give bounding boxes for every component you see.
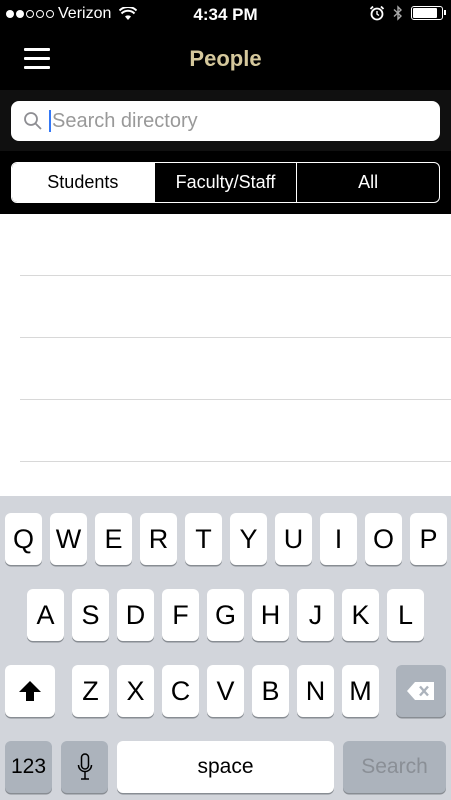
list-separator: [20, 275, 451, 276]
key-q[interactable]: Q: [5, 513, 42, 565]
key-j[interactable]: J: [297, 589, 334, 641]
key-w[interactable]: W: [50, 513, 87, 565]
filter-bar: Students Faculty/Staff All: [0, 151, 451, 214]
key-l[interactable]: L: [387, 589, 424, 641]
microphone-icon: [77, 753, 92, 780]
keyboard: Q W E R T Y U I O P A S D F G H J K L Z …: [0, 496, 451, 800]
search-input[interactable]: [52, 109, 412, 133]
key-s[interactable]: S: [72, 589, 109, 641]
search-field[interactable]: [11, 101, 440, 141]
key-o[interactable]: O: [365, 513, 402, 565]
search-icon: [24, 112, 42, 130]
key-y[interactable]: Y: [230, 513, 267, 565]
dictation-key[interactable]: [61, 741, 108, 793]
battery-icon: [411, 6, 446, 20]
key-f[interactable]: F: [162, 589, 199, 641]
key-i[interactable]: I: [320, 513, 357, 565]
segment-faculty-staff[interactable]: Faculty/Staff: [155, 163, 298, 202]
key-n[interactable]: N: [297, 665, 334, 717]
list-separator: [20, 337, 451, 338]
key-t[interactable]: T: [185, 513, 222, 565]
page-title: People: [189, 46, 262, 71]
search-key[interactable]: Search: [343, 741, 446, 793]
list-separator: [20, 461, 451, 462]
key-z[interactable]: Z: [72, 665, 109, 717]
navigation-bar: People: [0, 30, 451, 90]
key-k[interactable]: K: [342, 589, 379, 641]
key-x[interactable]: X: [117, 665, 154, 717]
key-e[interactable]: E: [95, 513, 132, 565]
numbers-key[interactable]: 123: [5, 741, 52, 793]
list-separator: [20, 399, 451, 400]
key-d[interactable]: D: [117, 589, 154, 641]
key-g[interactable]: G: [207, 589, 244, 641]
key-v[interactable]: V: [207, 665, 244, 717]
shift-icon: [19, 681, 41, 701]
delete-key[interactable]: [396, 665, 446, 717]
status-bar: Verizon 4:34 PM: [0, 0, 451, 30]
segment-students[interactable]: Students: [12, 163, 155, 202]
key-h[interactable]: H: [252, 589, 289, 641]
key-b[interactable]: B: [252, 665, 289, 717]
segment-all[interactable]: All: [297, 163, 439, 202]
key-p[interactable]: P: [410, 513, 447, 565]
space-key[interactable]: space: [117, 741, 334, 793]
segmented-control: Students Faculty/Staff All: [11, 162, 440, 203]
key-m[interactable]: M: [342, 665, 379, 717]
search-bar-container: [0, 90, 451, 151]
people-list: [0, 214, 451, 496]
key-a[interactable]: A: [27, 589, 64, 641]
backspace-icon: [407, 682, 434, 700]
text-cursor: [49, 110, 51, 132]
key-c[interactable]: C: [162, 665, 199, 717]
alarm-icon: [369, 5, 385, 21]
key-u[interactable]: U: [275, 513, 312, 565]
key-r[interactable]: R: [140, 513, 177, 565]
shift-key[interactable]: [5, 665, 55, 717]
bluetooth-icon: [393, 5, 403, 21]
